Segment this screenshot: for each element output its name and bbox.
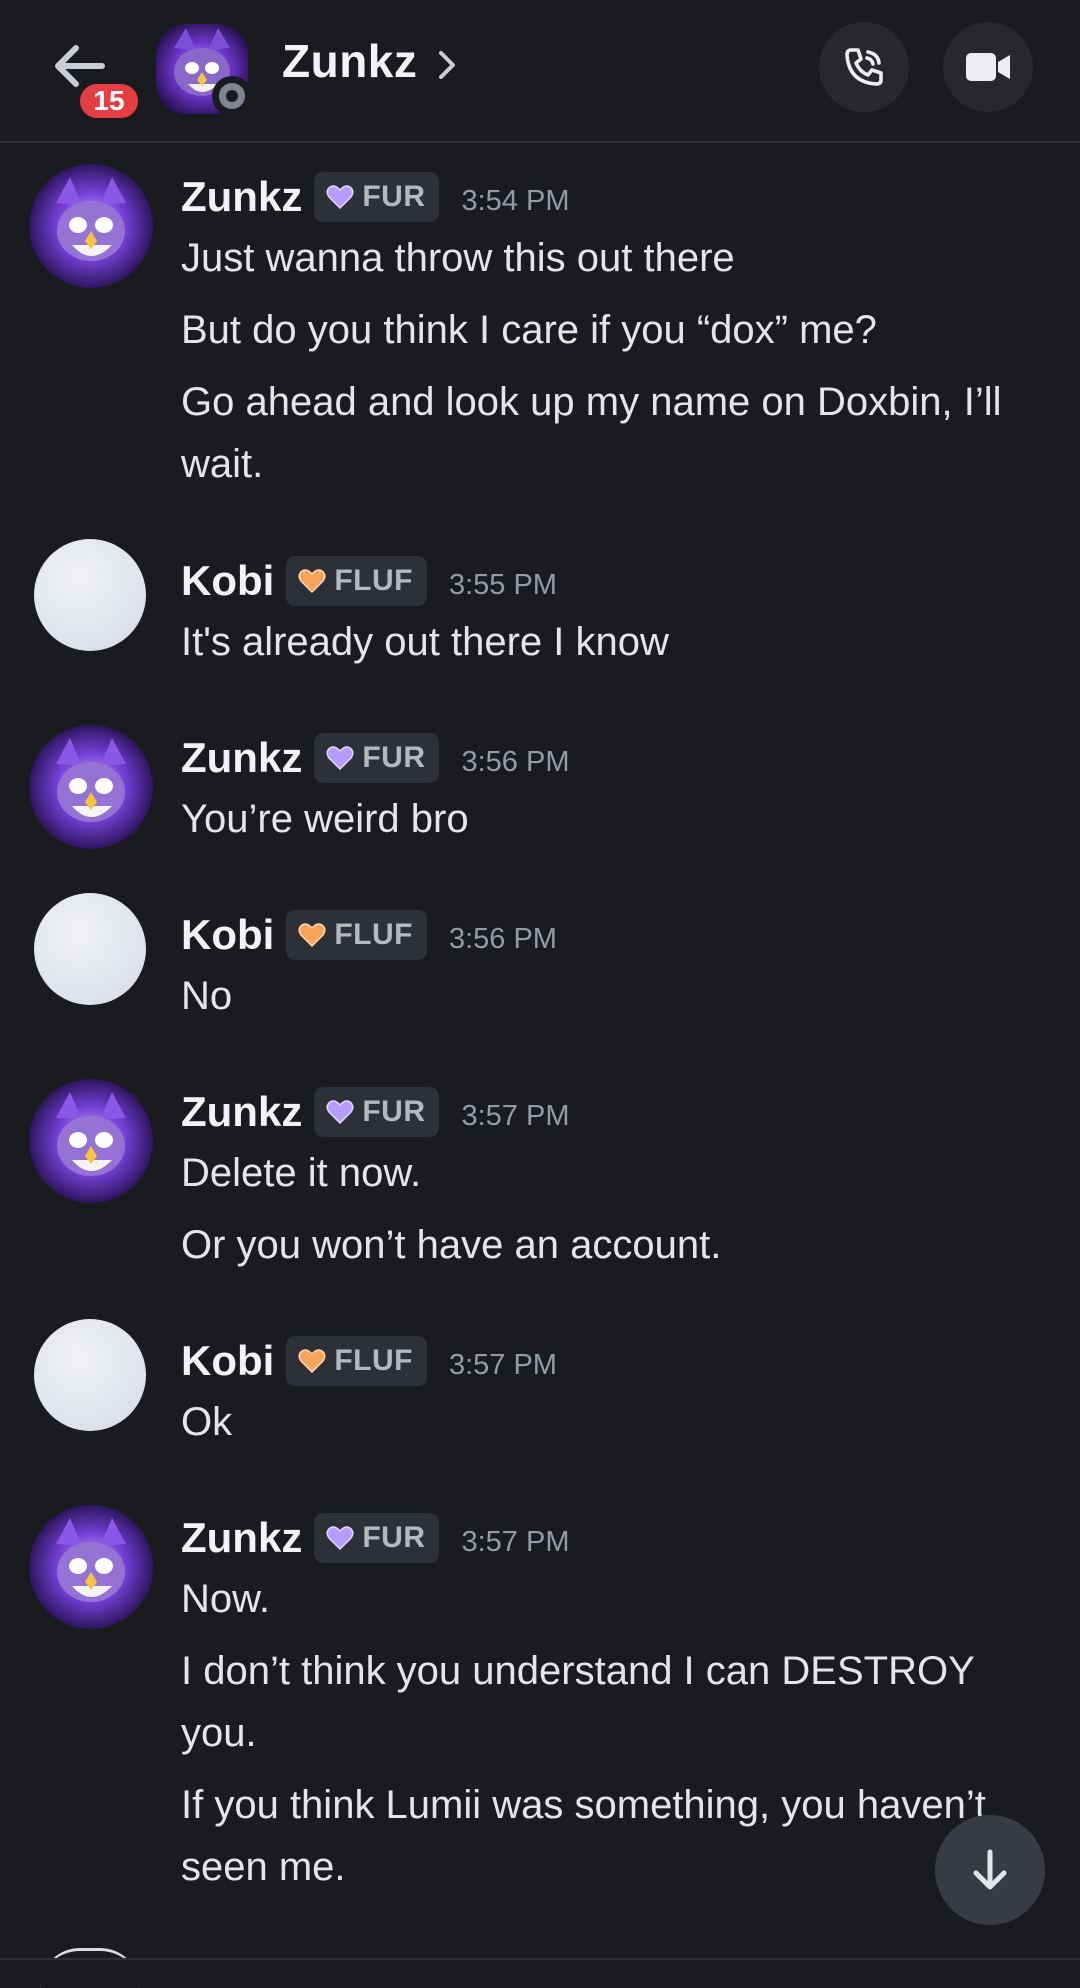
username[interactable]: Zunkz: [181, 734, 302, 782]
message-content: Now. I don’t think you understand I can …: [181, 1568, 1041, 1908]
message-list[interactable]: Zunkz FUR 3:54 PM Just wanna throw this …: [0, 143, 1080, 1958]
message-text[interactable]: But do you think I care if you “dox” me?: [181, 299, 1041, 361]
message-text[interactable]: If you think Lumii was something, you ha…: [181, 1774, 1041, 1898]
clan-tag-label: FUR: [362, 1095, 426, 1128]
clan-tag-label: FLUF: [334, 918, 413, 951]
bottom-divider: [0, 1958, 1080, 1984]
message-text[interactable]: Delete it now.: [181, 1142, 1041, 1204]
heart-icon: [326, 1100, 354, 1125]
username[interactable]: Kobi: [181, 557, 274, 605]
message-text[interactable]: You’re weird bro: [181, 788, 1041, 850]
user-avatar[interactable]: [28, 163, 154, 289]
clan-tag[interactable]: FLUF: [286, 1336, 427, 1386]
arrow-down-icon: [973, 1849, 1007, 1890]
username[interactable]: Zunkz: [181, 1088, 302, 1136]
message-header: Zunkz FUR 3:57 PM: [181, 1084, 569, 1140]
clan-tag[interactable]: FUR: [314, 733, 440, 783]
chevron-right-icon[interactable]: [436, 48, 458, 82]
heart-icon: [298, 1349, 326, 1374]
timestamp: 3:57 PM: [448, 1348, 557, 1381]
clan-tag-label: FUR: [362, 180, 426, 213]
user-avatar[interactable]: [34, 893, 146, 1005]
timestamp: 3:54 PM: [461, 184, 570, 217]
message-content: Ok: [181, 1391, 1041, 1463]
timestamp: 3:57 PM: [461, 1099, 570, 1132]
message-content: No: [181, 965, 1041, 1037]
message-content: Delete it now. Or you won’t have an acco…: [181, 1142, 1041, 1286]
chat-header: 15 Zunkz: [0, 0, 1080, 143]
video-camera-icon: [966, 53, 1010, 81]
clan-tag-label: FLUF: [334, 1344, 413, 1377]
clan-tag[interactable]: FUR: [314, 1513, 440, 1563]
user-avatar[interactable]: [34, 1319, 146, 1431]
heart-icon: [326, 185, 354, 210]
video-call-button[interactable]: [943, 22, 1033, 112]
timestamp: 3:57 PM: [461, 1525, 570, 1558]
clan-tag-label: FUR: [362, 1521, 426, 1554]
message-text[interactable]: Ok: [181, 1391, 1041, 1453]
heart-icon: [326, 746, 354, 771]
status-offline-icon: [212, 76, 252, 116]
message-header: Kobi FLUF 3:55 PM: [181, 553, 557, 609]
channel-title[interactable]: Zunkz: [282, 34, 417, 88]
timestamp: 3:56 PM: [448, 922, 557, 955]
heart-icon: [326, 1526, 354, 1551]
user-avatar[interactable]: [28, 1078, 154, 1204]
timestamp: 3:55 PM: [448, 568, 557, 601]
message-text[interactable]: Or you won’t have an account.: [181, 1214, 1041, 1276]
message-content: You’re weird bro: [181, 788, 1041, 860]
clan-tag-label: FUR: [362, 741, 426, 774]
clan-tag[interactable]: FLUF: [286, 910, 427, 960]
timestamp: 3:56 PM: [461, 745, 570, 778]
heart-icon: [298, 569, 326, 594]
message-header: Zunkz FUR 3:56 PM: [181, 730, 569, 786]
jump-to-latest-button[interactable]: [935, 1815, 1045, 1925]
message-header: Kobi FLUF 3:56 PM: [181, 907, 557, 963]
clan-tag[interactable]: FUR: [314, 1087, 440, 1137]
message-header: Kobi FLUF 3:57 PM: [181, 1333, 557, 1389]
message-text[interactable]: Go ahead and look up my name on Doxbin, …: [181, 371, 1041, 495]
message-text[interactable]: Now.: [181, 1568, 1041, 1630]
username[interactable]: Kobi: [181, 1337, 274, 1385]
message-content: It's already out there I know: [181, 611, 1041, 683]
phone-icon: [845, 48, 883, 86]
clan-tag[interactable]: FUR: [314, 172, 440, 222]
voice-call-button[interactable]: [819, 22, 909, 112]
clan-tag[interactable]: FLUF: [286, 556, 427, 606]
username[interactable]: Zunkz: [181, 173, 302, 221]
message-content: Just wanna throw this out there But do y…: [181, 227, 1041, 505]
username[interactable]: Zunkz: [181, 1514, 302, 1562]
heart-icon: [298, 923, 326, 948]
user-avatar[interactable]: [28, 1504, 154, 1630]
unread-count-badge: 15: [76, 80, 142, 122]
clan-tag-label: FLUF: [334, 564, 413, 597]
message-header: Zunkz FUR 3:57 PM: [181, 1510, 569, 1566]
message-text[interactable]: I don’t think you understand I can DESTR…: [181, 1640, 1041, 1764]
message-text[interactable]: It's already out there I know: [181, 611, 1041, 673]
username[interactable]: Kobi: [181, 911, 274, 959]
message-text[interactable]: Just wanna throw this out there: [181, 227, 1041, 289]
message-header: Zunkz FUR 3:54 PM: [181, 169, 569, 225]
message-text[interactable]: No: [181, 965, 1041, 1027]
user-avatar[interactable]: [28, 724, 154, 850]
user-avatar[interactable]: [34, 539, 146, 651]
